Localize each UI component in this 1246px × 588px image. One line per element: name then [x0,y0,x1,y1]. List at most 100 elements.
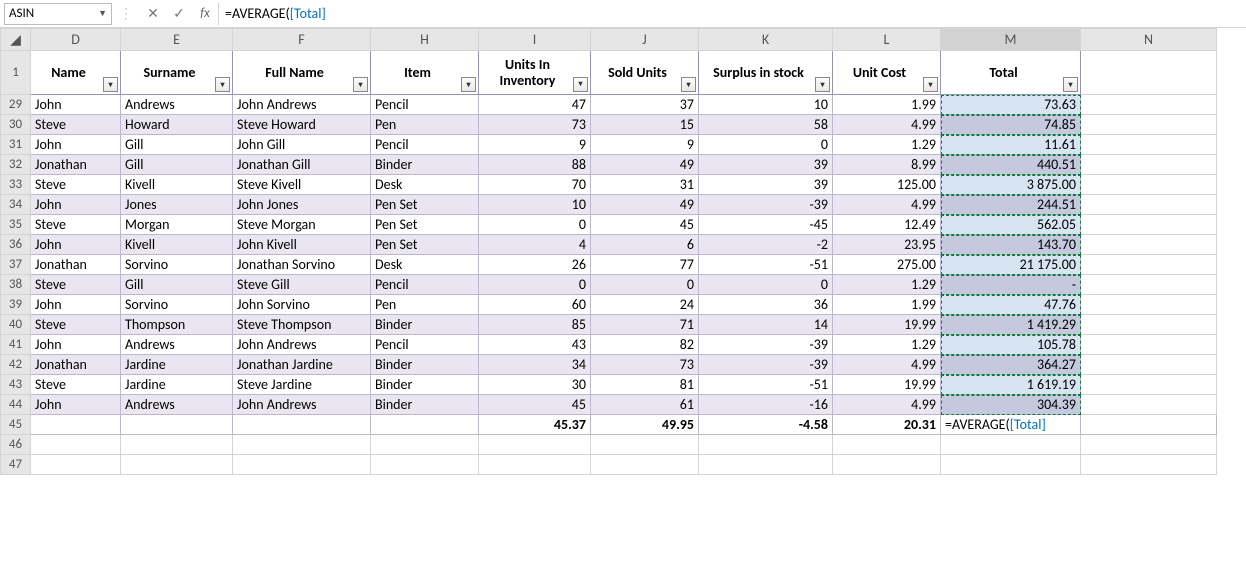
row-header[interactable]: 38 [1,275,31,295]
cell-F[interactable]: Steve Kivell [233,175,371,195]
cell-I[interactable]: 26 [479,255,591,275]
cell-M[interactable]: 143.70 [941,235,1081,255]
cell-D[interactable]: Steve [31,175,121,195]
cell-J[interactable]: 81 [591,375,699,395]
cell-M[interactable]: 562.05 [941,215,1081,235]
cell[interactable] [1081,335,1217,355]
cell-D[interactable]: John [31,335,121,355]
cell-D[interactable]: Jonathan [31,155,121,175]
cell-J[interactable]: 31 [591,175,699,195]
cell-L[interactable]: 275.00 [833,255,941,275]
cell-M[interactable]: 1 419.29 [941,315,1081,335]
row-header[interactable]: 33 [1,175,31,195]
cell-F[interactable]: John Sorvino [233,295,371,315]
cell[interactable] [1081,295,1217,315]
cell-H[interactable]: Desk [371,255,479,275]
row-header[interactable]: 37 [1,255,31,275]
cell-F[interactable]: Steve Gill [233,275,371,295]
cell-E[interactable]: Gill [121,275,233,295]
cell-K[interactable]: -2 [699,235,833,255]
cell-K[interactable]: 0 [699,135,833,155]
row-header[interactable]: 36 [1,235,31,255]
cell-D[interactable]: Jonathan [31,255,121,275]
row-header[interactable]: 34 [1,195,31,215]
filter-button[interactable]: ▾ [215,77,230,92]
cell-M[interactable]: 73.63 [941,95,1081,115]
row-header[interactable]: 32 [1,155,31,175]
cell-E[interactable]: Gill [121,135,233,155]
cell[interactable] [1081,255,1217,275]
cell-D[interactable]: Steve [31,375,121,395]
cell[interactable] [1081,135,1217,155]
cell-J[interactable]: 49 [591,195,699,215]
cell[interactable] [1081,275,1217,295]
cell-L[interactable]: 125.00 [833,175,941,195]
cell-K[interactable]: 36 [699,295,833,315]
cell[interactable] [371,415,479,435]
cell[interactable] [1081,155,1217,175]
cell-L[interactable]: 1.29 [833,275,941,295]
row-header[interactable]: 29 [1,95,31,115]
cell-H[interactable]: Binder [371,395,479,415]
cell-I[interactable]: 10 [479,195,591,215]
cell-D[interactable]: John [31,195,121,215]
cell-F[interactable]: Steve Howard [233,115,371,135]
cell-F[interactable]: Jonathan Sorvino [233,255,371,275]
cell-I[interactable]: 73 [479,115,591,135]
cell[interactable] [941,455,1081,475]
cell-E[interactable]: Gill [121,155,233,175]
filter-button[interactable]: ▾ [573,77,588,92]
cell[interactable] [371,455,479,475]
cell-H[interactable]: Pencil [371,335,479,355]
th-surplus[interactable]: Surplus in stock▾ [699,51,833,95]
cell-L[interactable]: 8.99 [833,155,941,175]
total-J[interactable]: 49.95 [591,415,699,435]
cell[interactable] [1081,235,1217,255]
col-header-M[interactable]: M [941,29,1081,51]
cell-M[interactable]: 11.61 [941,135,1081,155]
cell-L[interactable]: 12.49 [833,215,941,235]
cell-I[interactable]: 4 [479,235,591,255]
cell-L[interactable]: 1.99 [833,95,941,115]
row-header[interactable]: 40 [1,315,31,335]
cell-D[interactable]: John [31,235,121,255]
cell-M[interactable]: 21 175.00 [941,255,1081,275]
cell[interactable] [1081,195,1217,215]
cell[interactable] [121,455,233,475]
cell-J[interactable]: 61 [591,395,699,415]
col-header-H[interactable]: H [371,29,479,51]
cell-L[interactable]: 4.99 [833,355,941,375]
col-header-J[interactable]: J [591,29,699,51]
cell-J[interactable]: 82 [591,335,699,355]
cell[interactable] [479,455,591,475]
row-header[interactable]: 35 [1,215,31,235]
col-header-I[interactable]: I [479,29,591,51]
row-header[interactable]: 31 [1,135,31,155]
cell-F[interactable]: John Gill [233,135,371,155]
cell-K[interactable]: 39 [699,155,833,175]
cell-E[interactable]: Kivell [121,235,233,255]
cell-J[interactable]: 6 [591,235,699,255]
cell[interactable] [479,435,591,455]
cell-I[interactable]: 0 [479,215,591,235]
cell-E[interactable]: Howard [121,115,233,135]
cell-H[interactable]: Desk [371,175,479,195]
cell-F[interactable]: John Andrews [233,335,371,355]
cell-K[interactable]: 10 [699,95,833,115]
cell-K[interactable]: -39 [699,195,833,215]
cell-K[interactable]: 0 [699,275,833,295]
cell-L[interactable]: 1.29 [833,135,941,155]
cell-J[interactable]: 15 [591,115,699,135]
filter-button[interactable]: ▾ [1063,77,1078,92]
cell[interactable] [1081,415,1217,435]
cell-I[interactable]: 34 [479,355,591,375]
cell[interactable] [233,415,371,435]
row-header[interactable]: 44 [1,395,31,415]
cell-H[interactable]: Pencil [371,135,479,155]
cell[interactable] [1081,315,1217,335]
chevron-down-icon[interactable]: ▼ [98,8,107,19]
cell-L[interactable]: 1.99 [833,295,941,315]
cell-K[interactable]: -39 [699,355,833,375]
cell-L[interactable]: 4.99 [833,115,941,135]
cell-M[interactable]: - [941,275,1081,295]
